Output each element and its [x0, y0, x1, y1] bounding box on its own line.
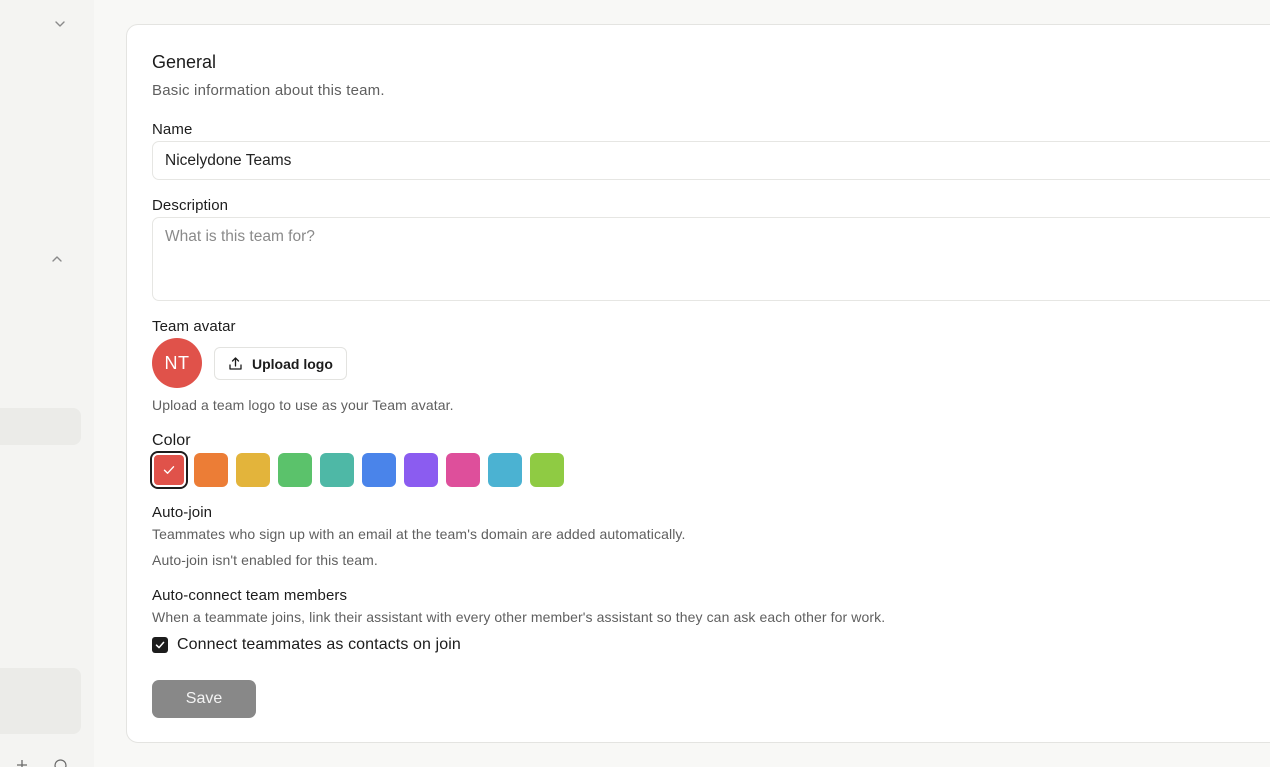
sidebar — [0, 0, 94, 767]
color-swatches — [152, 453, 564, 487]
description-textarea[interactable] — [152, 217, 1270, 301]
color-swatch[interactable] — [152, 453, 186, 487]
auto-join-description: Teammates who sign up with an email at t… — [152, 526, 686, 542]
upload-icon — [228, 356, 243, 371]
connect-teammates-row[interactable]: Connect teammates as contacts on join — [152, 636, 461, 654]
upload-logo-label: Upload logo — [252, 355, 333, 372]
avatar-help-text: Upload a team logo to use as your Team a… — [152, 397, 454, 413]
auto-join-status: Auto-join isn't enabled for this team. — [152, 552, 378, 568]
check-icon — [163, 466, 175, 474]
color-swatch[interactable] — [362, 453, 396, 487]
color-swatch[interactable] — [194, 453, 228, 487]
color-swatch[interactable] — [488, 453, 522, 487]
color-swatch[interactable] — [236, 453, 270, 487]
description-label: Description — [152, 197, 229, 214]
section-subtitle: Basic information about this team. — [152, 82, 385, 99]
team-avatar: NT — [152, 338, 202, 388]
team-avatar-label: Team avatar — [152, 318, 236, 335]
color-swatch[interactable] — [320, 453, 354, 487]
auto-connect-title: Auto-connect team members — [152, 587, 348, 604]
connect-teammates-checkbox[interactable] — [152, 637, 168, 653]
save-button[interactable]: Save — [152, 680, 256, 718]
name-label: Name — [152, 121, 193, 138]
section-title: General — [152, 52, 217, 72]
auto-connect-description: When a teammate joins, link their assist… — [152, 609, 886, 625]
color-swatch[interactable] — [404, 453, 438, 487]
color-swatch[interactable] — [530, 453, 564, 487]
connect-teammates-label: Connect teammates as contacts on join — [177, 636, 461, 653]
sidebar-item-active[interactable] — [0, 408, 81, 445]
plus-icon[interactable] — [15, 758, 29, 767]
chevron-down-icon[interactable] — [53, 17, 67, 31]
color-label: Color — [152, 432, 191, 449]
auto-join-title: Auto-join — [152, 504, 213, 521]
team-name-input[interactable] — [152, 141, 1270, 180]
sidebar-card[interactable] — [0, 668, 81, 734]
general-settings-card: General Basic information about this tea… — [126, 24, 1270, 743]
color-swatch[interactable] — [278, 453, 312, 487]
color-swatch[interactable] — [446, 453, 480, 487]
chevron-up-icon[interactable] — [50, 252, 64, 266]
help-icon[interactable] — [53, 758, 67, 767]
upload-logo-button[interactable]: Upload logo — [214, 347, 347, 380]
